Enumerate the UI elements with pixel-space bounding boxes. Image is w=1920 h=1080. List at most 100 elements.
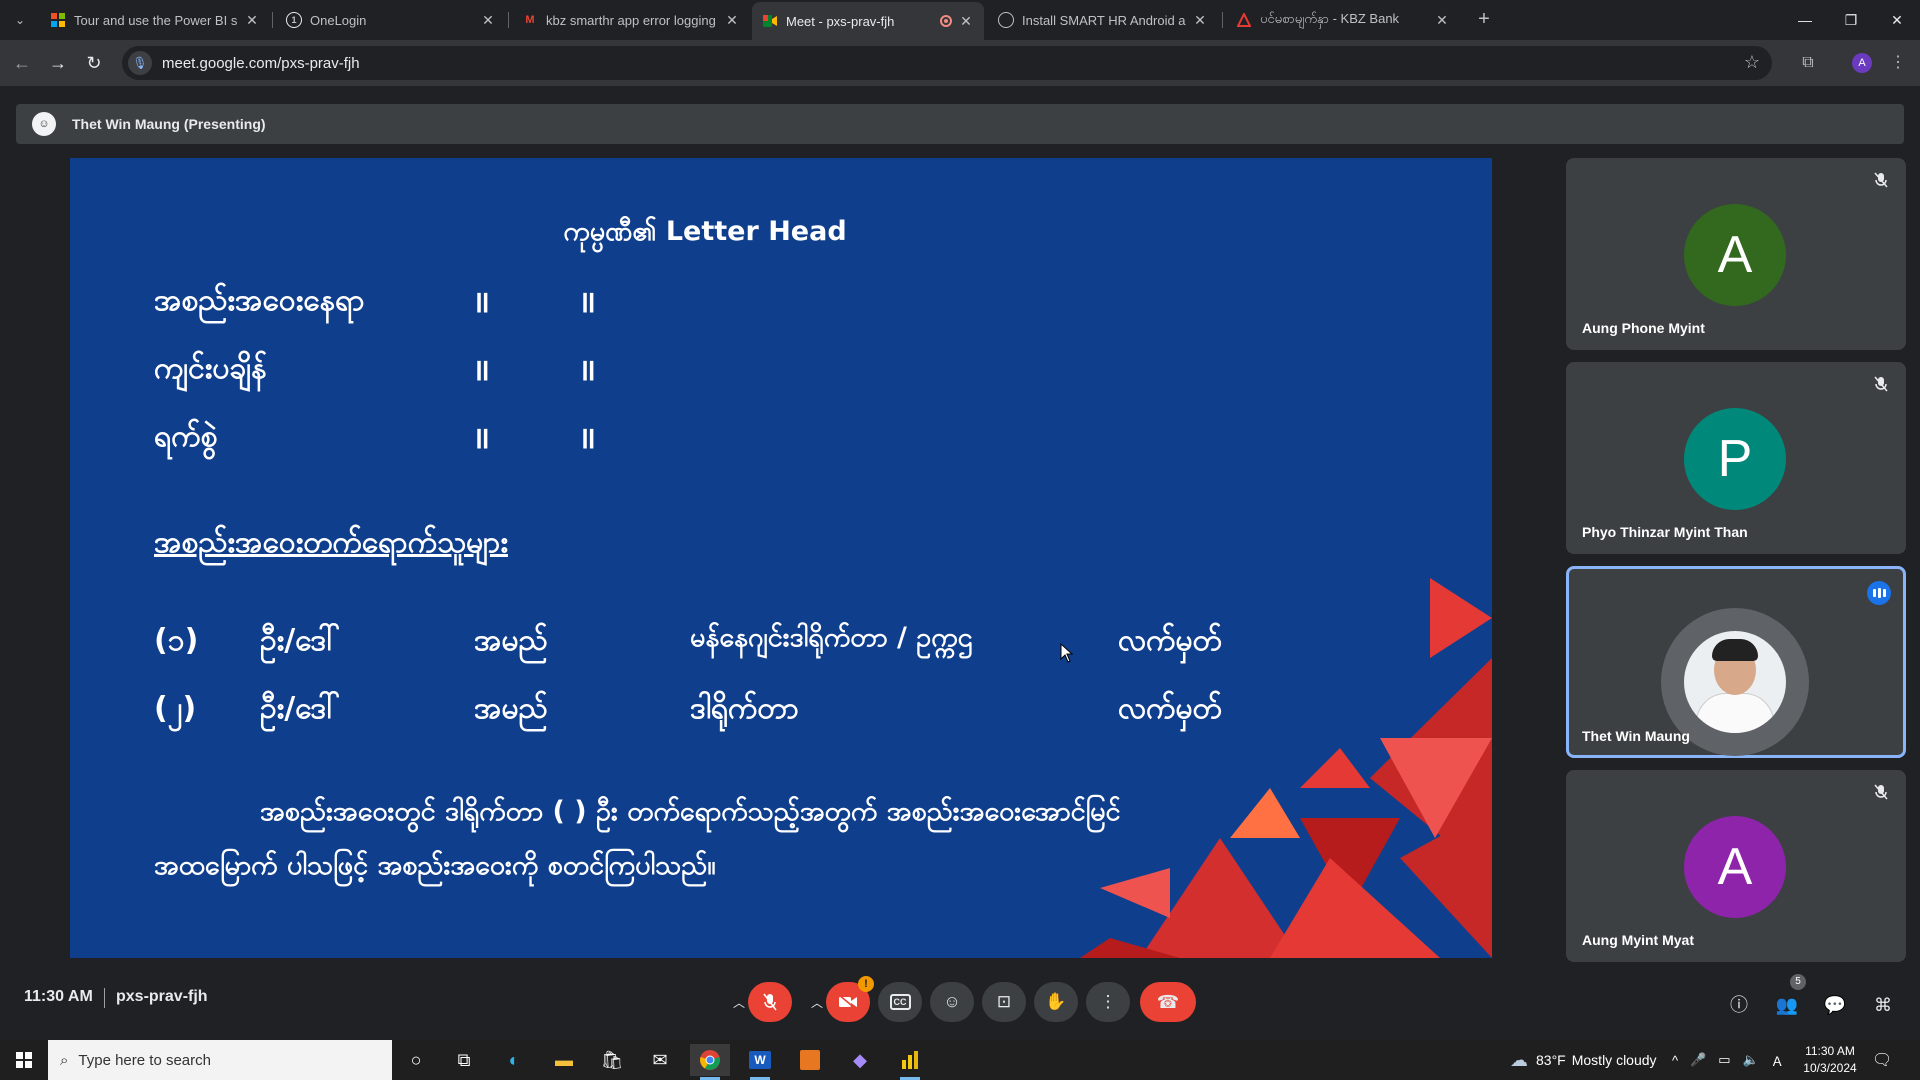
attendee-number: (၁) xyxy=(154,623,199,658)
participant-tile[interactable]: A Aung Phone Myint xyxy=(1566,158,1906,350)
microsoft-store-icon[interactable]: 🛍 xyxy=(592,1044,632,1076)
camera-toggle-button[interactable]: ! xyxy=(826,976,874,1022)
activities-icon[interactable]: ⌘ xyxy=(1870,992,1896,1018)
address-bar[interactable]: 🎙 meet.google.com/pxs-prav-fjh ☆ xyxy=(122,46,1772,80)
show-hidden-icons-chevron-icon[interactable]: ^ xyxy=(1672,1053,1678,1068)
edge-browser-icon[interactable]: ◐ xyxy=(494,1044,534,1076)
power-bi-icon[interactable] xyxy=(890,1044,930,1080)
mic-toggle-button[interactable] xyxy=(748,982,792,1022)
close-tab-icon[interactable]: ✕ xyxy=(1434,12,1450,29)
participant-tile-active-speaker[interactable]: Thet Win Maung xyxy=(1566,566,1906,758)
participant-name: Aung Phone Myint xyxy=(1582,320,1705,336)
meet-area: ☺ Thet Win Maung (Presenting) ကုမ္ပဏီ၏ L… xyxy=(0,86,1920,1040)
cloudy-weather-icon: ☁ xyxy=(1510,1049,1528,1070)
chat-icon[interactable]: 💬 xyxy=(1822,992,1848,1018)
browser-tabstrip: ⌄ Tour and use the Power BI servi ✕ 1 On… xyxy=(0,0,1920,40)
slide-title: ကုမ္ပဏီ၏ Letter Head xyxy=(563,216,847,247)
tab-onelogin[interactable]: 1 OneLogin ✕ xyxy=(276,4,506,36)
tab-title: OneLogin xyxy=(310,12,367,28)
kebab-menu-icon[interactable]: ⋮ xyxy=(1886,51,1910,75)
participant-name: Phyo Thinzar Myint Than xyxy=(1582,524,1748,540)
close-window-icon[interactable]: ✕ xyxy=(1874,0,1920,40)
cortana-icon[interactable]: ○ xyxy=(396,1044,436,1076)
attendee-name: အမည် xyxy=(474,691,548,726)
microphone-icon[interactable]: 🎤 xyxy=(1690,1052,1706,1068)
close-tab-icon[interactable]: ✕ xyxy=(480,12,496,29)
network-icon[interactable]: ▭ xyxy=(1718,1052,1730,1068)
reactions-button[interactable]: ☺ xyxy=(930,982,974,1022)
ditto-mark: ॥ xyxy=(578,353,596,388)
windows-start-icon[interactable] xyxy=(0,1040,48,1080)
present-now-button[interactable]: ⊡ xyxy=(982,982,1026,1022)
close-tab-icon[interactable]: ✕ xyxy=(958,13,974,30)
taskbar-search-input[interactable]: ⌕ Type here to search xyxy=(48,1040,392,1080)
mail-icon[interactable]: ✉ xyxy=(640,1044,680,1076)
minimize-icon[interactable]: — xyxy=(1782,0,1828,40)
input-language-icon[interactable]: Ａ xyxy=(1771,1051,1784,1070)
camera-warning-badge: ! xyxy=(858,976,874,992)
kbz-bank-icon xyxy=(1236,12,1252,28)
participant-tile[interactable]: P Phyo Thinzar Myint Than xyxy=(1566,362,1906,554)
raise-hand-button[interactable]: ✋ xyxy=(1034,982,1078,1022)
file-explorer-icon[interactable]: ▬ xyxy=(544,1044,584,1076)
taskbar-clock[interactable]: 11:30 AM 10/3/2024 xyxy=(1800,1043,1860,1077)
slide-row-label: ရက်စွဲ xyxy=(154,419,218,454)
tab-kbz-bank[interactable]: ပင်မစာမျက်နှာ - KBZ Bank ✕ xyxy=(1226,4,1460,36)
attendee-prefix: ဦး/ဒေါ် xyxy=(260,623,340,658)
avatar: P xyxy=(1684,408,1786,510)
presenter-bar: ☺ Thet Win Maung (Presenting) xyxy=(16,104,1904,144)
tab-power-bi[interactable]: Tour and use the Power BI servi ✕ xyxy=(40,4,270,36)
back-arrow-icon[interactable]: ← xyxy=(10,51,34,75)
more-options-button[interactable]: ⋮ xyxy=(1086,982,1130,1022)
power-bi-icon xyxy=(50,12,66,28)
speaker-volume-icon[interactable]: 🔈 xyxy=(1743,1052,1759,1068)
mic-off-icon xyxy=(763,993,777,1011)
tab-smart-hr[interactable]: Install SMART HR Android app ✕ xyxy=(988,4,1218,36)
url-text: meet.google.com/pxs-prav-fjh xyxy=(162,54,360,72)
app-purple-icon[interactable]: ◆ xyxy=(840,1044,880,1076)
app-orange-icon[interactable] xyxy=(790,1044,830,1076)
close-tab-icon[interactable]: ✕ xyxy=(724,12,740,29)
task-view-icon[interactable]: ⧉ xyxy=(444,1044,484,1076)
participant-tile[interactable]: A Aung Myint Myat xyxy=(1566,770,1906,962)
leave-call-button[interactable]: ☎ xyxy=(1140,982,1196,1022)
weather-description: Mostly cloudy xyxy=(1571,1052,1657,1068)
reload-icon[interactable]: ↻ xyxy=(82,51,106,75)
search-icon: ⌕ xyxy=(60,1051,69,1069)
captions-button[interactable]: CC xyxy=(878,982,922,1022)
restore-icon[interactable]: ❐ xyxy=(1828,0,1874,40)
presenter-avatar: ☺ xyxy=(32,112,56,136)
slide-paragraph-line: အစည်းအဝေးတွင် ဒါရိုက်တာ ( ) ဦး တက်ရောက်သ… xyxy=(260,796,1121,827)
tab-gmail[interactable]: M kbz smarthr app error logging i ✕ xyxy=(512,4,750,36)
tab-search-chevron-icon[interactable]: ⌄ xyxy=(8,8,32,32)
ditto-mark: ॥ xyxy=(472,421,490,456)
meeting-code: pxs-prav-fjh xyxy=(116,988,208,1005)
close-tab-icon[interactable]: ✕ xyxy=(1192,12,1208,29)
raise-hand-icon: ✋ xyxy=(1045,992,1067,1011)
chrome-icon[interactable] xyxy=(690,1044,730,1080)
slide-row-label: အစည်းအဝေးနေရာ xyxy=(154,283,365,318)
people-icon[interactable]: 👥 xyxy=(1774,992,1800,1018)
closed-captions-icon: CC xyxy=(889,994,911,1010)
forward-arrow-icon[interactable]: → xyxy=(46,51,70,75)
participant-name: Aung Myint Myat xyxy=(1582,932,1694,948)
avatar: A xyxy=(1684,816,1786,918)
tab-google-meet[interactable]: Meet - pxs-prav-fjh ✕ xyxy=(752,2,984,40)
hang-up-icon: ☎ xyxy=(1156,991,1180,1012)
browser-toolbar: ← → ↻ 🎙 meet.google.com/pxs-prav-fjh ☆ ⧉… xyxy=(0,40,1920,86)
attendee-name: အမည် xyxy=(474,623,548,658)
profile-avatar[interactable]: A xyxy=(1852,53,1872,73)
bookmark-star-icon[interactable]: ☆ xyxy=(1744,52,1760,73)
system-tray: ^ 🎤 ▭ 🔈 Ａ xyxy=(1672,1040,1784,1080)
new-tab-icon[interactable]: + xyxy=(1472,8,1496,32)
weather-widget[interactable]: ☁ 83°F Mostly cloudy xyxy=(1510,1040,1657,1080)
close-tab-icon[interactable]: ✕ xyxy=(244,12,260,29)
avatar: A xyxy=(1684,204,1786,306)
google-meet-icon xyxy=(762,13,778,29)
notifications-icon[interactable]: 🗨 xyxy=(1872,1050,1892,1070)
site-info-icon[interactable]: 🎙 xyxy=(128,51,152,75)
word-icon[interactable]: W xyxy=(740,1044,780,1080)
extensions-puzzle-icon[interactable]: ⧉ xyxy=(1796,51,1820,75)
meeting-details-info-icon[interactable]: ⓘ xyxy=(1726,992,1752,1018)
ditto-mark: ॥ xyxy=(472,285,490,320)
